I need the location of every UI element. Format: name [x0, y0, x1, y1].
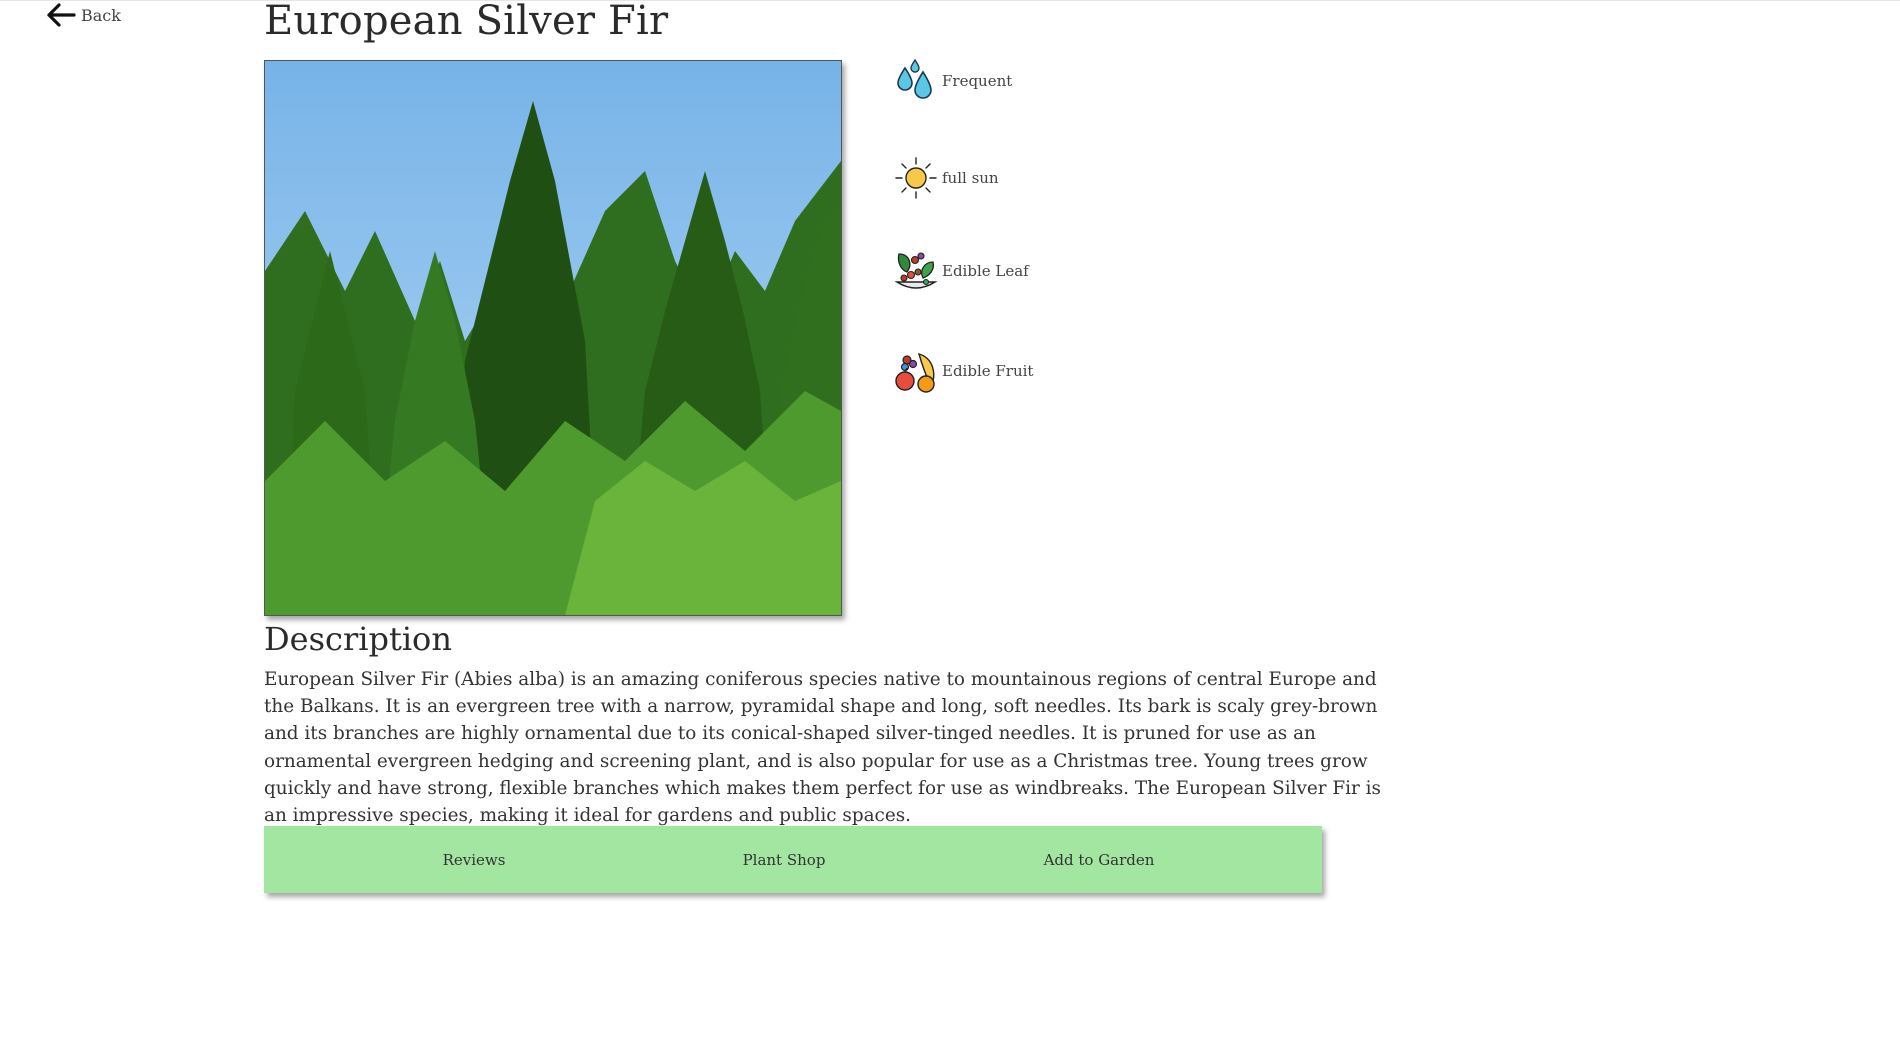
- attribute-label: full sun: [942, 169, 999, 187]
- back-link[interactable]: Back: [46, 2, 121, 28]
- attribute-label: Frequent: [942, 72, 1013, 90]
- attribute-watering: Frequent: [893, 58, 1012, 104]
- attribute-sunlight: full sun: [893, 155, 999, 201]
- description-heading: Description: [264, 620, 452, 658]
- add-to-garden-button[interactable]: Add to Garden: [1014, 826, 1184, 893]
- sun-icon: [893, 155, 939, 201]
- description-text: European Silver Fir (Abies alba) is an a…: [264, 669, 1381, 827]
- reviews-button[interactable]: Reviews: [414, 826, 534, 893]
- attribute-label: Edible Leaf: [942, 262, 1029, 280]
- back-label: Back: [81, 5, 121, 25]
- attribute-edible-fruit: Edible Fruit: [893, 348, 1033, 394]
- attribute-label: Edible Fruit: [942, 362, 1034, 380]
- arrow-left-icon: [46, 2, 76, 28]
- edible-fruit-icon: [893, 348, 939, 394]
- plant-shop-button[interactable]: Plant Shop: [714, 826, 854, 893]
- edible-leaf-icon: [893, 248, 939, 294]
- water-drops-icon: [893, 58, 939, 104]
- action-bar: Reviews Plant Shop Add to Garden: [264, 826, 1322, 893]
- attribute-edible-leaf: Edible Leaf: [893, 248, 1029, 294]
- plant-photo: [264, 60, 842, 616]
- page-title: European Silver Fir: [264, 0, 669, 44]
